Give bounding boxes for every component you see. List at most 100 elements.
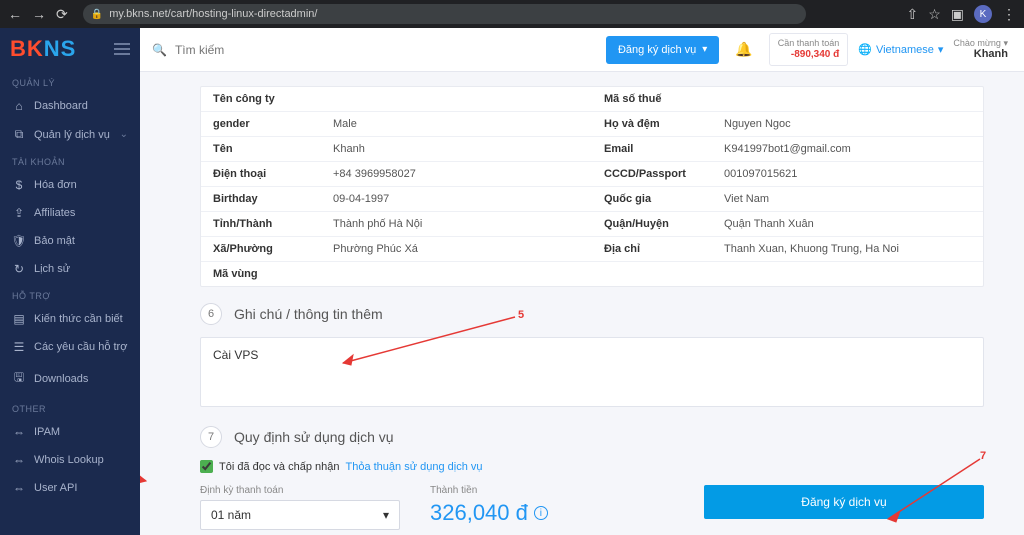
chevron-down-icon: ▾	[383, 508, 389, 522]
sidebar-icon: ⇔	[12, 425, 26, 439]
sidebar-item-label: Whois Lookup	[34, 454, 104, 466]
language-selector[interactable]: 🌐 Vietnamese ▾	[858, 43, 943, 56]
step-7-title: Quy định sử dụng dịch vụ	[234, 429, 394, 445]
sidebar-item-kb[interactable]: ▤ Kiến thức cần biết	[0, 305, 140, 333]
info-value: Quận Thanh Xuân	[724, 218, 971, 230]
sidebar-toggle[interactable]	[114, 43, 130, 55]
terms-checkbox[interactable]	[200, 460, 213, 473]
step-6-badge: 6	[200, 303, 222, 325]
info-key	[604, 268, 724, 280]
info-value	[333, 93, 580, 105]
info-value: 001097015621	[724, 168, 971, 180]
extensions-icon[interactable]: ▣	[951, 6, 964, 23]
total-price: 326,040 đ i	[430, 500, 590, 526]
info-row: TênKhanh EmailK941997bot1@gmail.com	[201, 137, 983, 162]
info-key: Tên	[213, 143, 333, 155]
chevron-down-icon: ▾	[702, 44, 707, 55]
sidebar-icon: ↻	[12, 262, 26, 276]
reload-icon[interactable]: ⟳	[56, 6, 68, 23]
info-row: Tên công tyMã số thuế	[201, 87, 983, 112]
sidebar-section-title: HỖ TRỢ	[0, 283, 140, 305]
browser-chrome: ← → ⟳ 🔒 my.bkns.net/cart/hosting-linux-d…	[0, 0, 1024, 28]
url-bar[interactable]: 🔒 my.bkns.net/cart/hosting-linux-directa…	[83, 4, 807, 24]
star-icon[interactable]: ☆	[928, 6, 941, 23]
info-row: Tỉnh/ThànhThành phố Hà Nội Quận/HuyệnQuận…	[201, 212, 983, 237]
menu-icon[interactable]: ⋮	[1002, 6, 1016, 23]
sidebar-icon: ⌂	[12, 99, 26, 113]
info-key: Mã số thuế	[604, 93, 724, 105]
info-value: Thanh Xuan, Khuong Trung, Ha Noi	[724, 243, 971, 255]
sidebar-item-dashboard[interactable]: ⌂Dashboard	[0, 92, 140, 120]
cycle-label: Định kỳ thanh toán	[200, 485, 400, 496]
sidebar: BKNS QUẢN LÝ⌂Dashboard ⧉ Quản lý dịch vụ ⌄ T…	[0, 28, 140, 535]
info-key: Birthday	[213, 193, 333, 205]
info-key: Mã vùng	[213, 268, 333, 280]
sidebar-item-label: Hóa đơn	[34, 179, 77, 191]
balance-box[interactable]: Cần thanh toán -890,340 đ	[769, 33, 849, 66]
notes-textarea[interactable]	[200, 337, 984, 407]
sidebar-icon: 🖫	[12, 368, 26, 389]
bell-icon[interactable]: 🔔	[729, 41, 758, 58]
sidebar-item-history[interactable]: ↻ Lịch sử	[0, 255, 140, 283]
info-value: K941997bot1@gmail.com	[724, 143, 971, 155]
sidebar-item-userapi[interactable]: ⇔ User API	[0, 474, 140, 502]
chevron-down-icon: ⌄	[120, 129, 128, 140]
info-key: Quốc gia	[604, 193, 724, 205]
brand-logo: BKNS	[10, 36, 76, 62]
info-value: Khanh	[333, 143, 580, 155]
sidebar-icon: ⇔	[12, 453, 26, 467]
sidebar-item-label: Affiliates	[34, 207, 75, 219]
forward-icon[interactable]: →	[32, 6, 46, 23]
info-value: Thành phố Hà Nội	[333, 218, 580, 230]
info-key: Xã/Phường	[213, 243, 333, 255]
sidebar-item-label: User API	[34, 482, 77, 494]
arrow-6	[140, 447, 154, 487]
sidebar-icon: ⇔	[12, 481, 26, 495]
info-key: Tỉnh/Thành	[213, 218, 333, 230]
sidebar-item-label: Kiến thức cần biết	[34, 313, 123, 325]
sidebar-item-label: Lịch sử	[34, 263, 70, 275]
info-row: Xã/PhườngPhường Phúc XáĐịa chỉThanh Xuan…	[201, 237, 983, 262]
terms-link[interactable]: Thỏa thuận sử dụng dịch vụ	[345, 461, 482, 473]
sidebar-item-tickets[interactable]: ☰ Các yêu cầu hỗ trợ	[0, 333, 140, 361]
info-key: Quận/Huyện	[604, 218, 724, 230]
step-7-badge: 7	[200, 426, 222, 448]
sidebar-item-invoices[interactable]: $ Hóa đơn	[0, 171, 140, 199]
info-key: CCCD/Passport	[604, 168, 724, 180]
sidebar-item-affiliates[interactable]: ⇪ Affiliates	[0, 199, 140, 227]
sidebar-icon: ⧉	[12, 127, 26, 142]
sidebar-icon: $	[12, 178, 26, 192]
sidebar-icon: ☰	[12, 340, 26, 354]
info-row: Mã vùng	[201, 262, 983, 286]
sidebar-item-label: Các yêu cầu hỗ trợ	[34, 341, 127, 353]
sidebar-icon: ⇪	[12, 206, 26, 220]
share-icon[interactable]: ⇧	[906, 6, 918, 23]
sidebar-item-services[interactable]: ⧉ Quản lý dịch vụ ⌄	[0, 120, 140, 149]
profile-avatar[interactable]: K	[974, 5, 992, 23]
sidebar-item-whois[interactable]: ⇔ Whois Lookup	[0, 446, 140, 474]
back-icon[interactable]: ←	[8, 6, 22, 23]
info-icon[interactable]: i	[534, 506, 548, 520]
search-input[interactable]	[175, 43, 375, 57]
info-key: Họ và đệm	[604, 118, 724, 130]
sidebar-item-label: Bảo mật	[34, 235, 75, 247]
info-key: Email	[604, 143, 724, 155]
sidebar-section-title: TÀI KHOẢN	[0, 149, 140, 171]
info-value	[724, 268, 971, 280]
billing-cycle-select[interactable]: 01 năm ▾	[200, 500, 400, 530]
sidebar-icon: 🛡	[12, 234, 26, 248]
sidebar-item-label: Downloads	[34, 373, 88, 385]
sidebar-section-title: QUẢN LÝ	[0, 70, 140, 92]
info-row: Điện thoại+84 3969958027CCCD/Passport001…	[201, 162, 983, 187]
url-text: my.bkns.net/cart/hosting-linux-directadm…	[109, 8, 317, 20]
user-menu[interactable]: Chào mừng ▾ Khanh	[953, 38, 1012, 62]
sidebar-item-label: IPAM	[34, 426, 60, 438]
sidebar-item-downloads[interactable]: 🖫 Downloads	[0, 361, 140, 396]
sidebar-icon: ▤	[12, 312, 26, 326]
sidebar-item-label: Quản lý dịch vụ	[34, 129, 110, 141]
info-key: gender	[213, 118, 333, 130]
register-service-button[interactable]: Đăng ký dịch vụ ▾	[606, 36, 719, 64]
submit-order-button[interactable]: Đăng ký dịch vụ	[704, 485, 984, 519]
sidebar-item-ipam[interactable]: ⇔ IPAM	[0, 418, 140, 446]
sidebar-item-security[interactable]: 🛡 Bảo mật	[0, 227, 140, 255]
